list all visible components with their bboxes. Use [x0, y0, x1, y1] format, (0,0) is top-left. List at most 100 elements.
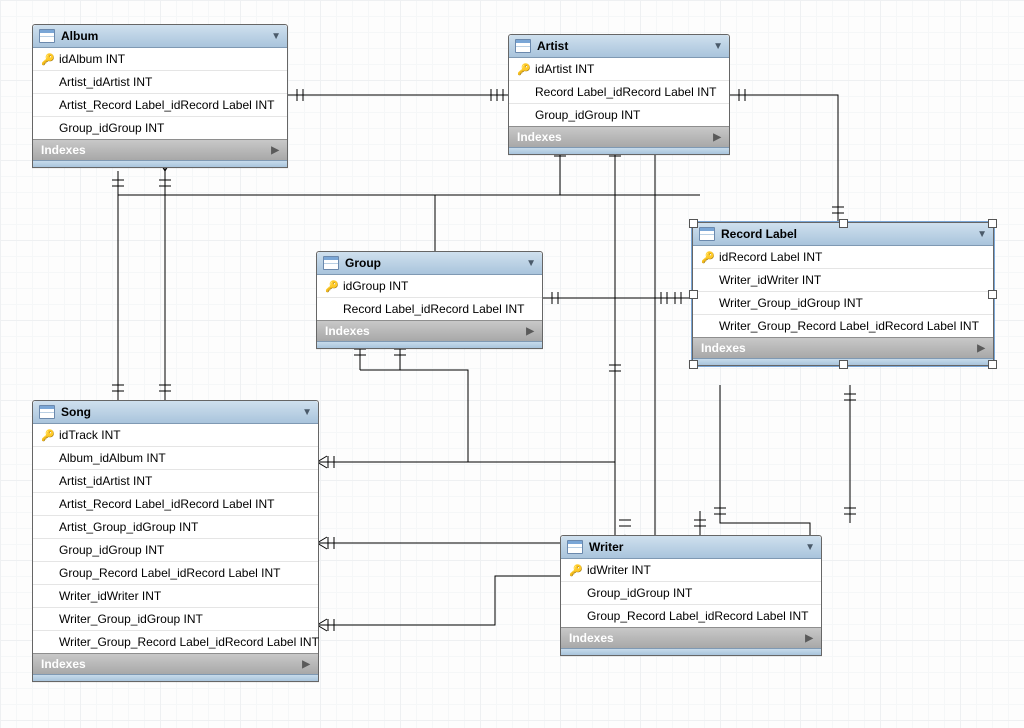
column-row[interactable]: Group_Record Label_idRecord Label INT: [33, 562, 318, 585]
table-icon: [699, 227, 715, 241]
indexes-label: Indexes: [41, 143, 86, 157]
pk-icon: 🔑: [569, 564, 581, 577]
column-name: Writer_Group_Record Label_idRecord Label…: [719, 319, 979, 333]
resize-handle-ne[interactable]: [988, 219, 997, 228]
entity-album[interactable]: Album ▼ 🔑idAlbum INT Artist_idArtist INT…: [32, 24, 288, 168]
column-row[interactable]: Record Label_idRecord Label INT: [509, 81, 729, 104]
column-name: Group_Record Label_idRecord Label INT: [587, 609, 808, 623]
entity-header[interactable]: Artist ▼: [509, 35, 729, 58]
column-row[interactable]: Writer_Group_idGroup INT: [693, 292, 993, 315]
collapse-icon[interactable]: ▼: [713, 41, 723, 52]
entity-title: Album: [61, 29, 265, 43]
collapse-icon[interactable]: ▼: [302, 407, 312, 418]
entity-record-label[interactable]: Record Label ▼ 🔑idRecord Label INT Write…: [692, 222, 994, 366]
entity-title: Group: [345, 256, 520, 270]
column-row[interactable]: 🔑idTrack INT: [33, 424, 318, 447]
entity-song[interactable]: Song ▼ 🔑idTrack INT Album_idAlbum INT Ar…: [32, 400, 319, 682]
column-name: idWriter INT: [587, 563, 651, 577]
column-name: Group_idGroup INT: [587, 586, 692, 600]
column-row[interactable]: Album_idAlbum INT: [33, 447, 318, 470]
indexes-section[interactable]: Indexes ▶: [33, 653, 318, 674]
indexes-label: Indexes: [569, 631, 614, 645]
indexes-section[interactable]: Indexes ▶: [693, 337, 993, 358]
entity-title: Artist: [537, 39, 707, 53]
column-row[interactable]: Writer_idWriter INT: [693, 269, 993, 292]
entity-header[interactable]: Album ▼: [33, 25, 287, 48]
table-icon: [39, 29, 55, 43]
entity-header[interactable]: Group ▼: [317, 252, 542, 275]
entity-artist[interactable]: Artist ▼ 🔑 idArtist INT Record Label_idRe…: [508, 34, 730, 155]
column-row[interactable]: Artist_idArtist INT: [33, 71, 287, 94]
column-name: idArtist INT: [535, 62, 594, 76]
resize-handle-nw[interactable]: [689, 219, 698, 228]
collapse-icon[interactable]: ▼: [805, 542, 815, 553]
pk-icon: 🔑: [41, 53, 53, 66]
table-icon: [39, 405, 55, 419]
column-row[interactable]: Artist_Record Label_idRecord Label INT: [33, 493, 318, 516]
indexes-section[interactable]: Indexes ▶: [561, 627, 821, 648]
indexes-label: Indexes: [41, 657, 86, 671]
collapse-icon[interactable]: ▼: [526, 258, 536, 269]
column-row[interactable]: Group_idGroup INT: [561, 582, 821, 605]
resize-handle-e[interactable]: [988, 290, 997, 299]
entity-header[interactable]: Song ▼: [33, 401, 318, 424]
resize-handle-s[interactable]: [839, 360, 848, 369]
table-icon: [567, 540, 583, 554]
column-row[interactable]: Writer_Group_Record Label_idRecord Label…: [33, 631, 318, 653]
column-name: idGroup INT: [343, 279, 408, 293]
resize-handle-se[interactable]: [988, 360, 997, 369]
column-row[interactable]: Writer_idWriter INT: [33, 585, 318, 608]
column-row[interactable]: 🔑 idWriter INT: [561, 559, 821, 582]
column-row[interactable]: 🔑 idRecord Label INT: [693, 246, 993, 269]
column-name: Artist_idArtist INT: [59, 474, 152, 488]
indexes-section[interactable]: Indexes ▶: [509, 126, 729, 147]
expand-icon[interactable]: ▶: [805, 633, 813, 644]
expand-icon[interactable]: ▶: [271, 145, 279, 156]
column-row[interactable]: 🔑idGroup INT: [317, 275, 542, 298]
entity-writer[interactable]: Writer ▼ 🔑 idWriter INT Group_idGroup INT…: [560, 535, 822, 656]
column-row[interactable]: Group_idGroup INT: [509, 104, 729, 126]
entity-footer-strip: [33, 160, 287, 167]
collapse-icon[interactable]: ▼: [271, 31, 281, 42]
column-row[interactable]: Group_idGroup INT: [33, 117, 287, 139]
column-row[interactable]: 🔑idAlbum INT: [33, 48, 287, 71]
indexes-label: Indexes: [701, 341, 746, 355]
resize-handle-n[interactable]: [839, 219, 848, 228]
expand-icon[interactable]: ▶: [713, 132, 721, 143]
column-row[interactable]: Group_Record Label_idRecord Label INT: [561, 605, 821, 627]
pk-icon: 🔑: [517, 63, 529, 76]
column-name: Writer_idWriter INT: [719, 273, 821, 287]
collapse-icon[interactable]: ▼: [977, 229, 987, 240]
entity-group[interactable]: Group ▼ 🔑idGroup INT Record Label_idReco…: [316, 251, 543, 349]
entity-title: Song: [61, 405, 296, 419]
expand-icon[interactable]: ▶: [302, 659, 310, 670]
column-name: Writer_idWriter INT: [59, 589, 161, 603]
indexes-label: Indexes: [517, 130, 562, 144]
column-name: Record Label_idRecord Label INT: [535, 85, 716, 99]
column-row[interactable]: Writer_Group_Record Label_idRecord Label…: [693, 315, 993, 337]
column-row[interactable]: Artist_Record Label_idRecord Label INT: [33, 94, 287, 117]
expand-icon[interactable]: ▶: [526, 326, 534, 337]
er-canvas[interactable]: Album ▼ 🔑idAlbum INT Artist_idArtist INT…: [0, 0, 1024, 728]
column-row[interactable]: Group_idGroup INT: [33, 539, 318, 562]
pk-icon: 🔑: [701, 251, 713, 264]
resize-handle-sw[interactable]: [689, 360, 698, 369]
column-row[interactable]: Artist_idArtist INT: [33, 470, 318, 493]
indexes-section[interactable]: Indexes▶: [317, 320, 542, 341]
column-row[interactable]: 🔑 idArtist INT: [509, 58, 729, 81]
column-row[interactable]: Writer_Group_idGroup INT: [33, 608, 318, 631]
entity-columns: 🔑idAlbum INT Artist_idArtist INT Artist_…: [33, 48, 287, 139]
expand-icon[interactable]: ▶: [977, 343, 985, 354]
resize-handle-w[interactable]: [689, 290, 698, 299]
column-name: Writer_Group_idGroup INT: [719, 296, 863, 310]
column-row[interactable]: Artist_Group_idGroup INT: [33, 516, 318, 539]
column-name: Group_idGroup INT: [59, 543, 164, 557]
indexes-section[interactable]: Indexes ▶: [33, 139, 287, 160]
table-icon: [323, 256, 339, 270]
column-name: Artist_Group_idGroup INT: [59, 520, 198, 534]
column-name: Album_idAlbum INT: [59, 451, 166, 465]
entity-header[interactable]: Writer ▼: [561, 536, 821, 559]
column-row[interactable]: Record Label_idRecord Label INT: [317, 298, 542, 320]
column-name: idRecord Label INT: [719, 250, 822, 264]
column-name: Group_Record Label_idRecord Label INT: [59, 566, 280, 580]
